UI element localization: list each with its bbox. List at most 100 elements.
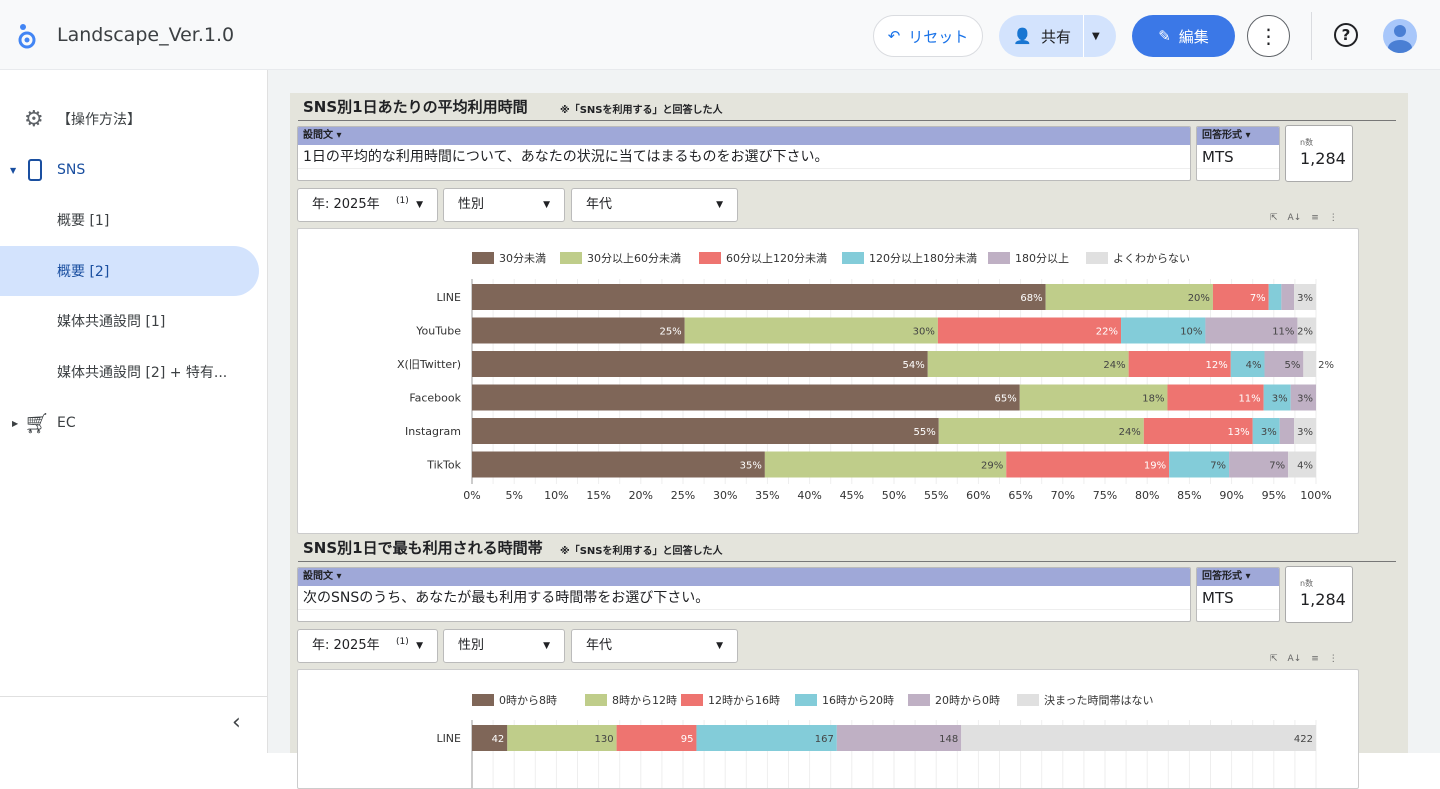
answer-format-header[interactable]: 回答形式 ▾ <box>1197 127 1279 145</box>
bar-segment <box>684 317 938 344</box>
bar-segment <box>1281 284 1295 310</box>
question-header[interactable]: 設問文 ▾ <box>298 127 1190 145</box>
x-tick-label: 70% <box>1051 489 1075 502</box>
answer-format-box: 回答形式 ▾ MTS <box>1196 567 1280 622</box>
looker-studio-logo-icon <box>18 24 36 49</box>
section-title: SNS別1日で最も利用される時間帯 <box>303 539 543 557</box>
more-icon[interactable]: ⋮ <box>1329 654 1338 664</box>
edit-button[interactable]: ✎ 編集 <box>1132 15 1235 57</box>
bar-segment <box>937 317 1122 344</box>
data-label: 167 <box>815 734 834 745</box>
data-label: 7% <box>1210 461 1226 472</box>
expand-arrow-icon: ▼ <box>10 165 17 175</box>
data-label: 3% <box>1261 427 1277 438</box>
share-button[interactable]: 👤 共有 ▼ <box>999 15 1116 57</box>
x-tick-label: 85% <box>1177 489 1201 502</box>
year-filter[interactable]: 年: 2025年 (1) ▼ <box>297 629 438 663</box>
filter-icon[interactable]: ≡ <box>1311 654 1319 664</box>
data-label: 12% <box>1206 360 1228 371</box>
bar-segment <box>1268 284 1282 310</box>
collapse-sidebar-icon[interactable]: ‹ <box>232 710 241 735</box>
data-label: 4% <box>1246 360 1262 371</box>
more-options-button[interactable]: ⋮ <box>1247 15 1290 57</box>
sidebar-item-overview-2[interactable]: 概要 [2] <box>0 246 259 296</box>
legend-swatch <box>560 252 582 264</box>
reset-label: リセット <box>908 27 969 46</box>
dropdown-arrow-icon: ▼ <box>416 200 423 210</box>
bar-segment <box>927 351 1129 377</box>
x-tick-label: 40% <box>797 489 821 502</box>
question-header[interactable]: 設問文 ▾ <box>298 568 1190 586</box>
export-icon[interactable]: ⇱ <box>1270 213 1278 223</box>
data-label: 10% <box>1180 327 1202 338</box>
add-person-icon: 👤 <box>1013 27 1032 45</box>
legend-swatch <box>699 252 721 264</box>
undo-icon: ↶ <box>887 27 901 45</box>
gear-icon: ⚙ <box>24 106 44 132</box>
gender-filter-label: 性別 <box>458 638 485 653</box>
sidebar-item-label: 概要 [2] <box>57 264 110 280</box>
bar-segment <box>1279 418 1295 444</box>
sidebar-item-common-1[interactable]: 媒体共通設問 [1] <box>0 296 259 346</box>
help-icon[interactable]: ? <box>1334 23 1358 47</box>
question-text: 次のSNSのうち、あなたが最も利用する時間帯をお選び下さい。 <box>298 586 1190 610</box>
export-icon[interactable]: ⇱ <box>1270 654 1278 664</box>
sidebar-item-label: 概要 [1] <box>57 213 110 229</box>
data-label: 11% <box>1238 394 1260 405</box>
more-icon[interactable]: ⋮ <box>1329 213 1338 223</box>
question-text: 1日の平均的な利用時間について、あなたの状況に当てはまるものをお選び下さい。 <box>298 145 1190 169</box>
report-title[interactable]: Landscape_Ver.1.0 <box>57 24 234 46</box>
sample-size-value: 1,284 <box>1300 590 1346 609</box>
data-label: 3% <box>1297 394 1313 405</box>
sidebar-item-instructions[interactable]: ⚙ 【操作方法】 <box>0 94 259 144</box>
age-filter[interactable]: 年代 ▼ <box>571 629 738 663</box>
bar-segment <box>1303 351 1316 377</box>
age-filter[interactable]: 年代 ▼ <box>571 188 738 222</box>
sidebar-item-ec[interactable]: ▶ 🛒︎ EC <box>0 398 259 448</box>
sidebar-item-overview-1[interactable]: 概要 [1] <box>0 195 259 245</box>
legend-label: 120分以上180分未満 <box>869 252 977 265</box>
section-note: ※「SNSを利用する」と回答した人 <box>560 546 723 557</box>
x-tick-label: 45% <box>840 489 864 502</box>
reset-button[interactable]: ↶ リセット <box>873 15 983 57</box>
phone-icon <box>28 159 42 181</box>
sample-size-label: n数 <box>1300 138 1314 147</box>
bar-segment <box>472 418 939 444</box>
sidebar-item-sns[interactable]: ▼ SNS <box>0 145 259 195</box>
sort-icon[interactable]: A↓ <box>1288 654 1302 664</box>
share-dropdown-icon[interactable]: ▼ <box>1092 31 1100 42</box>
x-tick-label: 75% <box>1093 489 1117 502</box>
data-label: 148 <box>939 734 958 745</box>
age-filter-label: 年代 <box>586 638 613 653</box>
top-bar: Landscape_Ver.1.0 ↶ リセット 👤 共有 ▼ ✎ 編集 ⋮ ? <box>0 0 1440 70</box>
sidebar-item-common-2[interactable]: 媒体共通設問 [2] + 特有... <box>0 347 259 397</box>
gender-filter[interactable]: 性別 ▼ <box>443 629 565 663</box>
answer-format-header[interactable]: 回答形式 ▾ <box>1197 568 1279 586</box>
bar-segment <box>472 384 1020 411</box>
sample-size-scorecard: n数 1,284 <box>1285 125 1353 182</box>
category-label: TikTok <box>426 459 461 472</box>
bar-segment <box>961 725 1316 751</box>
bar-segment <box>472 351 928 377</box>
dropdown-arrow-icon: ▼ <box>416 641 423 651</box>
data-label: 55% <box>913 427 935 438</box>
category-label: Instagram <box>405 425 461 438</box>
category-label: YouTube <box>415 325 461 338</box>
filter-icon[interactable]: ≡ <box>1311 213 1319 223</box>
avatar[interactable] <box>1383 19 1417 53</box>
data-label: 130 <box>594 734 613 745</box>
x-tick-label: 60% <box>966 489 990 502</box>
data-label: 24% <box>1119 427 1141 438</box>
data-label: 7% <box>1269 461 1285 472</box>
bar-segment <box>472 317 685 344</box>
gender-filter[interactable]: 性別 ▼ <box>443 188 565 222</box>
year-filter[interactable]: 年: 2025年 (1) ▼ <box>297 188 438 222</box>
legend-swatch <box>681 694 703 706</box>
divider <box>298 120 1396 121</box>
legend-label: 30分以上60分未満 <box>587 252 681 265</box>
sort-icon[interactable]: A↓ <box>1288 213 1302 223</box>
data-label: 25% <box>659 327 681 338</box>
sidebar-item-label: 【操作方法】 <box>57 112 141 128</box>
data-label: 11% <box>1272 327 1294 338</box>
data-label: 29% <box>981 461 1003 472</box>
